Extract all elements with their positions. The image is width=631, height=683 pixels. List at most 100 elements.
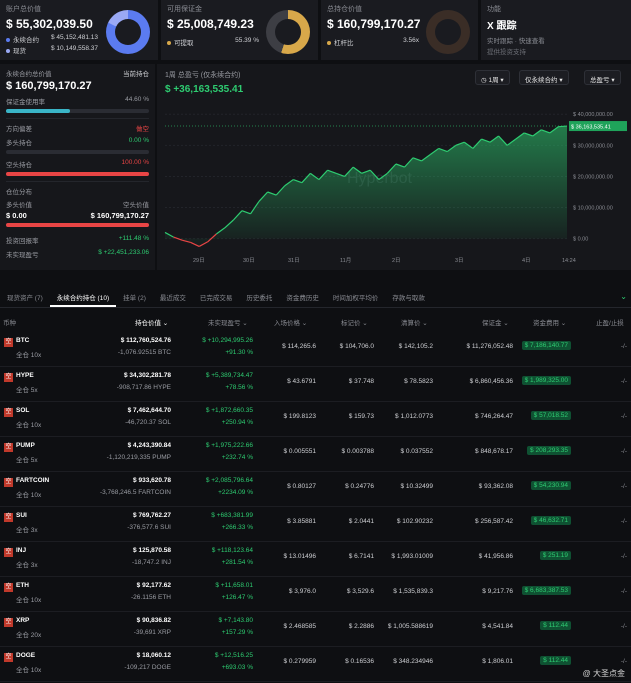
unrealized-pnl: $ +11,658.01 <box>215 582 253 589</box>
funding-fee: $ 54,230.94 <box>530 481 571 490</box>
long-label: 多头持仓 <box>6 140 32 147</box>
symbol: HYPE <box>16 372 34 379</box>
funding-fee-pill: $ 251.19 <box>539 551 571 560</box>
pnl-percent: +126.47 % <box>221 594 253 601</box>
table-row[interactable]: 空 DOGE 全仓 10x $ 18,060.12 -109,217 DOGE $ +12… <box>0 647 631 682</box>
position-size: -376,577.6 SUI <box>127 524 171 531</box>
short-bar <box>6 172 149 176</box>
tpsl[interactable]: -/- <box>621 378 627 385</box>
position-size: -39,691 XRP <box>133 629 171 636</box>
position-size: -26.1156 ETH <box>131 594 171 601</box>
feature-title[interactable]: X 跟踪 <box>487 17 625 32</box>
leverage: 全仓 5x <box>16 387 38 394</box>
period-select[interactable]: ◷ 1周 ▾ <box>475 70 510 85</box>
metric-select[interactable]: 总盈亏 ▾ <box>584 70 621 85</box>
tpsl[interactable]: -/- <box>621 413 627 420</box>
x-tick-label: 3日 <box>455 257 464 264</box>
entry-price: $ 3.85881 <box>287 518 316 525</box>
current-position-badge[interactable]: 当前持仓 <box>123 68 149 78</box>
tab-1[interactable]: 永续合约持仓 (10) <box>49 288 117 307</box>
unrealized-pnl: $ +1,975,222.66 <box>205 442 253 449</box>
short-badge: 空 <box>4 618 13 627</box>
short-value: $ 160,799,170.27 <box>90 211 149 220</box>
liquidation-price: $ 78.5823 <box>404 378 433 385</box>
column-header-5[interactable]: 清算价 ⌄ <box>401 317 428 327</box>
liquidation-price: $ 1,012.0773 <box>395 413 433 420</box>
position-size: -109,217 DOGE <box>124 664 171 671</box>
long-pct: 0.00 % <box>128 137 149 144</box>
tpsl[interactable]: -/- <box>621 623 627 630</box>
tab-4[interactable]: 已完成交易 <box>193 288 240 307</box>
chart-header: 1周 总盈亏 (仅永续合约) <box>165 72 241 79</box>
symbol: ETH <box>16 582 29 589</box>
legend-dot <box>327 41 331 46</box>
x-tick-label: 14:24 <box>562 258 576 264</box>
position-value: $ 4,243,390.84 <box>127 442 171 449</box>
table-row[interactable]: 空 HYPE 全仓 5x $ 34,302,281.78 -908,717.86 HYP… <box>0 367 631 402</box>
liquidation-price: $ 0.037552 <box>400 448 433 455</box>
leverage: 全仓 3x <box>16 527 38 534</box>
symbol: INJ <box>16 547 27 554</box>
column-header-8[interactable]: 止盈/止损 <box>596 317 624 327</box>
table-row[interactable]: 空 PUMP 全仓 5x $ 4,243,390.84 -1,120,219,335 P… <box>0 437 631 472</box>
x-tick-label: 4日 <box>522 257 531 264</box>
column-header-0[interactable]: 币种 <box>3 317 16 327</box>
funding-fee: $ 251.19 <box>539 551 571 560</box>
tab-6[interactable]: 资金费历史 <box>279 288 326 307</box>
table-row[interactable]: 空 SOL 全仓 10x $ 7,462,644.70 -46,720.37 SOL $ … <box>0 402 631 437</box>
perp-summary-panel: 永续合约总价值 当前持仓 $ 160,799,170.27 保证金使用率 44.60… <box>0 64 155 270</box>
pnl-area-chart: $ 40,000,000.00 $ 30,000,000.00 $ 20,000,0… <box>164 112 627 264</box>
column-header-2[interactable]: 未实现盈亏 ⌄ <box>208 317 248 327</box>
tpsl[interactable]: -/- <box>621 553 627 560</box>
column-header-4[interactable]: 标记价 ⌄ <box>341 317 368 327</box>
legend-value: $ 45,152,481.13 <box>51 34 98 41</box>
pnl-chart-panel: 1周 总盈亏 (仅永续合约) $ +36,163,535.41 ◷ 1周 ▾ 仅… <box>157 64 631 270</box>
tab-7[interactable]: 时间加权平均价 <box>326 288 386 307</box>
pnl-percent: +232.74 % <box>221 454 253 461</box>
x-tick-label: 2日 <box>392 257 401 264</box>
unrealized-pnl: $ +10,294,995.26 <box>202 337 253 344</box>
short-badge: 空 <box>4 443 13 452</box>
position-value: $ 34,302,281.78 <box>124 372 171 379</box>
table-row[interactable]: 空 FARTCOIN 全仓 10x $ 933,620.78 -3,768,246.5 … <box>0 472 631 507</box>
scope-select[interactable]: 仅永续合约 ▾ <box>519 70 569 85</box>
leverage: 全仓 5x <box>16 457 38 464</box>
short-badge: 空 <box>4 478 13 487</box>
upnl-value: $ +22,451,233.06 <box>98 249 149 256</box>
tab-8[interactable]: 存款与取款 <box>385 288 432 307</box>
y-tick-label: $ 30,000,000.00 <box>573 143 613 149</box>
table-row[interactable]: 空 BTC 全仓 10x $ 112,760,524.76 -1,076.92515 B… <box>0 332 631 367</box>
column-header-6[interactable]: 保证金 ⌄ <box>482 317 509 327</box>
column-header-1[interactable]: 持仓价值 ⌄ <box>135 317 168 327</box>
table-row[interactable]: 空 INJ 全仓 3x $ 125,870.58 -18,747.2 INJ $ +118… <box>0 542 631 577</box>
legend-label: 可提取 <box>174 40 194 47</box>
tab-2[interactable]: 挂单 (2) <box>116 288 153 307</box>
tab-5[interactable]: 历史委托 <box>239 288 279 307</box>
tpsl[interactable]: -/- <box>621 483 627 490</box>
chevron-down-icon: ▾ <box>611 77 615 84</box>
legend-dot <box>6 38 10 43</box>
tab-0[interactable]: 现货资产 (7) <box>0 288 50 307</box>
tab-3[interactable]: 最近成交 <box>153 288 193 307</box>
legend-value: 55.39 % <box>235 37 259 44</box>
symbol: FARTCOIN <box>16 477 50 484</box>
column-header-7[interactable]: 资金费用 ⌄ <box>533 317 566 327</box>
tpsl[interactable]: -/- <box>621 343 627 350</box>
leverage: 全仓 10x <box>16 422 42 429</box>
symbol: BTC <box>16 337 30 344</box>
table-row[interactable]: 空 SUI 全仓 3x $ 769,762.27 -376,577.6 SUI $ +68… <box>0 507 631 542</box>
funding-fee-pill: $ 6,683,387.53 <box>521 586 571 595</box>
column-header-3[interactable]: 入场价格 ⌄ <box>274 317 307 327</box>
tpsl[interactable]: -/- <box>621 448 627 455</box>
collapse-icon[interactable]: ⌄ <box>620 292 627 301</box>
entry-price: $ 0.005551 <box>283 448 316 455</box>
entry-price: $ 114,265.6 <box>282 343 316 350</box>
table-row[interactable]: 空 ETH 全仓 10x $ 92,177.62 -26.1156 ETH $ +11,6… <box>0 577 631 612</box>
tpsl[interactable]: -/- <box>621 588 627 595</box>
tpsl[interactable]: -/- <box>621 518 627 525</box>
table-row[interactable]: 空 XRP 全仓 20x $ 90,836.82 -39,691 XRP $ +7,143… <box>0 612 631 647</box>
mark-price: $ 0.003788 <box>341 448 374 455</box>
funding-fee-pill: $ 54,230.94 <box>530 481 571 490</box>
long-value-label: 多头价值 <box>6 202 32 209</box>
tpsl[interactable]: -/- <box>621 658 627 665</box>
